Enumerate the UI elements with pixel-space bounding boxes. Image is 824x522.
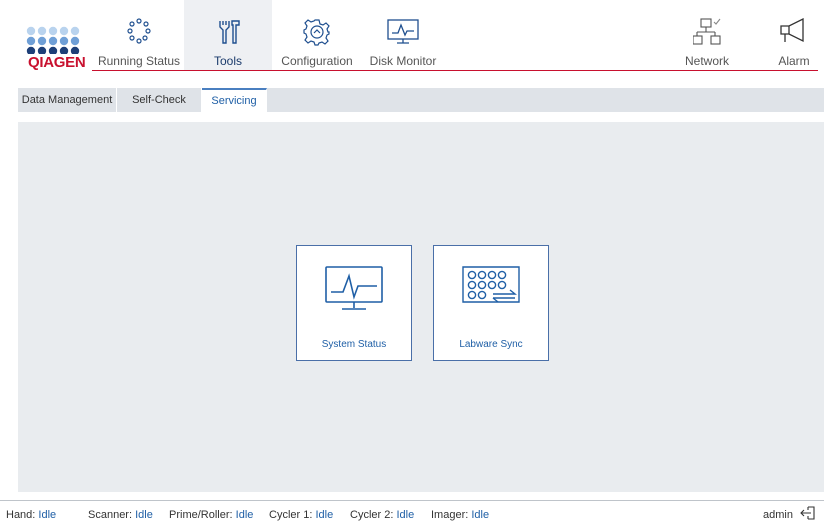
nav-running-status[interactable]: Running Status bbox=[96, 0, 182, 70]
cycler-1-status-key: Cycler 1: bbox=[269, 509, 313, 521]
tools-icon bbox=[219, 20, 240, 44]
nav-alarm[interactable]: Alarm bbox=[764, 0, 824, 70]
tab-self-check[interactable]: Self-Check bbox=[117, 88, 202, 112]
labware-sync-icon bbox=[462, 266, 520, 303]
logout-icon[interactable] bbox=[800, 506, 818, 520]
prime-roller-status-key: Prime/Roller: bbox=[169, 509, 233, 521]
system-status-button[interactable]: System Status bbox=[296, 245, 412, 361]
cycler-1-status: Cycler 1: Idle bbox=[269, 509, 333, 521]
gear-icon bbox=[303, 19, 330, 46]
cycler-2-status-key: Cycler 2: bbox=[350, 509, 394, 521]
servicing-panel: System Status Labware Sync bbox=[18, 122, 824, 492]
scanner-status: Scanner: Idle bbox=[88, 509, 153, 521]
sub-tab-bar: Data Management Self-Check Servicing bbox=[18, 88, 824, 112]
cycler-2-status: Cycler 2: Idle bbox=[350, 509, 414, 521]
hand-status-value: Idle bbox=[38, 509, 57, 521]
labware-sync-label: Labware Sync bbox=[459, 339, 523, 350]
system-status-label: System Status bbox=[321, 339, 387, 350]
tab-data-management[interactable]: Data Management bbox=[18, 88, 117, 112]
prime-roller-status-value: Idle bbox=[235, 509, 254, 521]
megaphone-icon bbox=[780, 18, 804, 43]
prime-roller-status: Prime/Roller: Idle bbox=[169, 509, 253, 521]
nav-alarm-label: Alarm bbox=[778, 54, 810, 68]
running-status-icon bbox=[127, 18, 151, 44]
brand-divider bbox=[6, 70, 818, 71]
network-icon bbox=[693, 18, 721, 45]
logo-dots-icon bbox=[26, 26, 80, 56]
nav-tools-label: Tools bbox=[213, 54, 242, 68]
scanner-status-value: Idle bbox=[135, 509, 153, 521]
system-status-icon bbox=[325, 266, 383, 310]
nav-disk-monitor[interactable]: Disk Monitor bbox=[362, 0, 444, 70]
logo-wordmark: QIAGEN bbox=[26, 54, 88, 71]
scanner-status-key: Scanner: bbox=[88, 509, 133, 521]
nav-network-label: Network bbox=[684, 54, 729, 68]
hand-status: Hand: Idle bbox=[6, 509, 56, 521]
cycler-1-status-value: Idle bbox=[315, 509, 334, 521]
imager-status-value: Idle bbox=[471, 509, 490, 521]
top-navigation: QIAGEN Running Status Tools Configuratio… bbox=[0, 0, 824, 80]
imager-status: Imager: Idle bbox=[431, 509, 489, 521]
tab-servicing[interactable]: Servicing bbox=[202, 88, 267, 112]
imager-status-key: Imager: bbox=[431, 509, 469, 521]
monitor-icon bbox=[387, 19, 419, 44]
nav-configuration[interactable]: Configuration bbox=[274, 0, 360, 70]
nav-configuration-label: Configuration bbox=[281, 54, 353, 68]
hand-status-key: Hand: bbox=[6, 509, 36, 521]
labware-sync-button[interactable]: Labware Sync bbox=[433, 245, 549, 361]
nav-tools[interactable]: Tools bbox=[184, 0, 272, 70]
cycler-2-status-value: Idle bbox=[396, 509, 415, 521]
nav-disk-monitor-label: Disk Monitor bbox=[369, 54, 437, 68]
nav-network[interactable]: Network bbox=[676, 0, 738, 70]
qiagen-logo: QIAGEN bbox=[0, 0, 92, 80]
current-user: admin bbox=[763, 509, 793, 521]
nav-running-status-label: Running Status bbox=[97, 54, 181, 68]
status-bar: Hand: Idle Scanner: Idle Prime/Roller: I… bbox=[0, 500, 824, 522]
